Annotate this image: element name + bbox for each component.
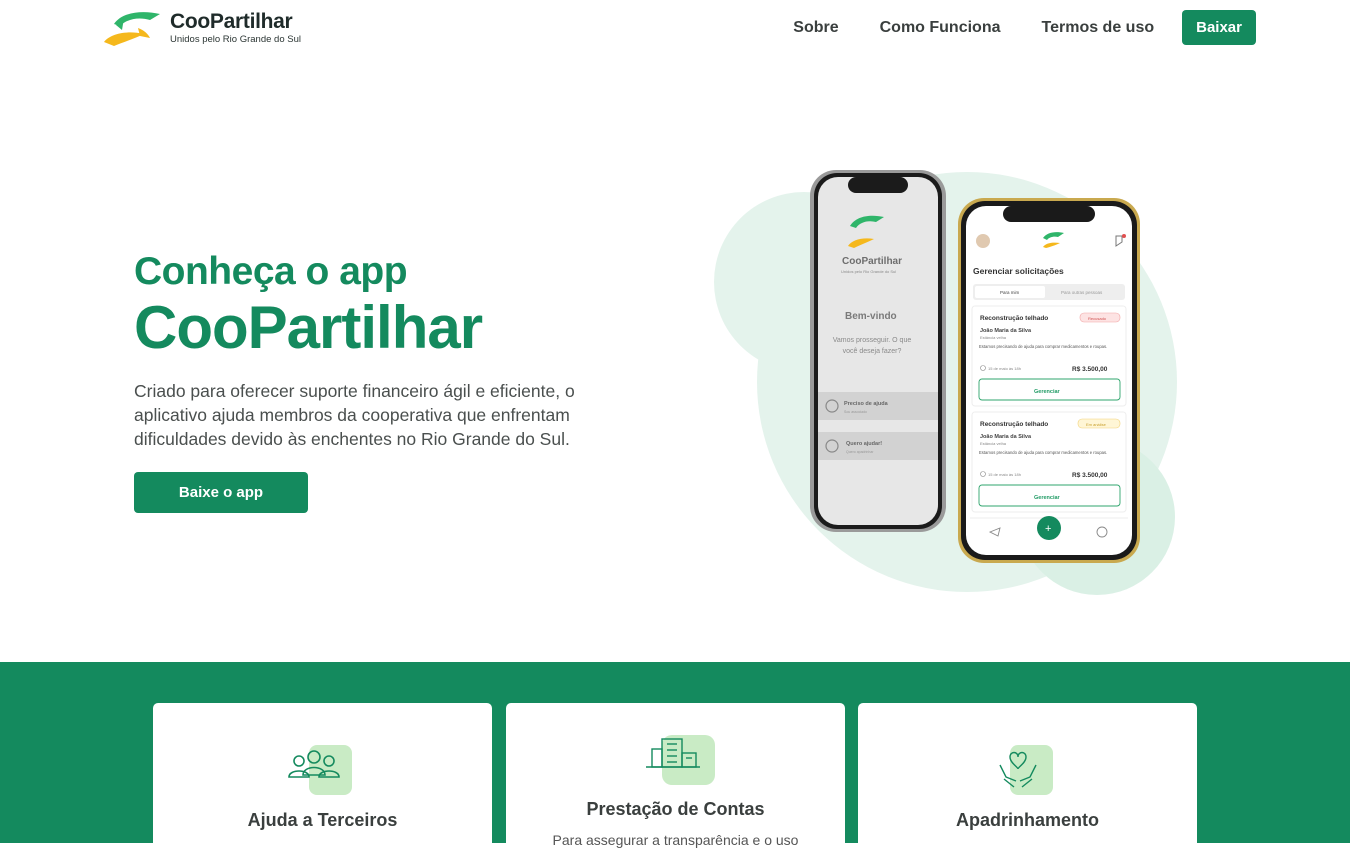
- request-place: Estância velha: [980, 441, 1007, 446]
- main-nav: Sobre Como Funciona Termos de uso Baixar: [752, 10, 1256, 45]
- nav-link-como-funciona[interactable]: Como Funciona: [880, 11, 1001, 45]
- request-date: 15 de maio às 18h: [988, 472, 1021, 477]
- logo-title: CooPartilhar: [170, 10, 293, 33]
- coopartilhar-logo-icon: [104, 12, 160, 46]
- phone-left-option2-label: Quero ajudar!: [846, 441, 882, 447]
- phone-right-screen-title: Gerenciar solicitações: [973, 266, 1064, 276]
- phone-left-option1-sub: Sou associado: [844, 410, 867, 414]
- request-description: Estamos precisando de ajuda para comprar…: [979, 450, 1108, 455]
- phone-left-question: Vamos prosseguir. O que você deseja faze…: [832, 337, 912, 355]
- phone-left-app-name: CooPartilhar: [842, 256, 902, 267]
- request-title: Reconstrução telhado: [980, 421, 1048, 428]
- request-name: João Maria da Silva: [980, 434, 1032, 440]
- feature-card-prestacao-contas: Prestação de Contas Para assegurar a tra…: [506, 703, 845, 863]
- request-description: Estamos precisando de ajuda para comprar…: [979, 344, 1108, 349]
- feature-card-title: Apadrinhamento: [955, 810, 1099, 830]
- site-header: CooPartilhar Unidos pelo Rio Grande do S…: [0, 0, 1350, 60]
- phone-left: CooPartilhar Unidos pelo Rio Grande do S…: [810, 170, 946, 532]
- feature-card-ajuda-terceiros: Ajuda a Terceiros: [153, 703, 492, 863]
- plus-icon: +: [1045, 523, 1051, 535]
- request-amount: R$ 3.500,00: [1072, 366, 1108, 373]
- hands-heart-icon: [998, 745, 1053, 795]
- download-button[interactable]: Baixar: [1182, 10, 1256, 45]
- phone-right-tab-inactive: Para outras pessoas: [1061, 290, 1103, 295]
- manage-button-label: Gerenciar: [1034, 495, 1061, 501]
- request-status-badge: Em análise: [1086, 422, 1107, 427]
- request-date: 15 de maio às 18h: [988, 366, 1021, 371]
- manage-button-label: Gerenciar: [1034, 389, 1061, 395]
- notification-dot: [1122, 234, 1126, 238]
- phone-right: Gerenciar solicitações Para mim Para out…: [958, 198, 1140, 563]
- brand-logo[interactable]: CooPartilhar Unidos pelo Rio Grande do S…: [100, 8, 301, 48]
- feature-card-title: Ajuda a Terceiros: [247, 810, 398, 830]
- phone-left-option1-label: Preciso de ajuda: [844, 401, 889, 407]
- feature-card-text: Para assegurar a transparência e o uso: [552, 832, 799, 848]
- request-title: Reconstrução telhado: [980, 315, 1048, 322]
- phone-right-tab-active: Para mim: [1000, 290, 1020, 295]
- request-name: João Maria da Silva: [980, 328, 1032, 334]
- app-phones-illustration: CooPartilhar Unidos pelo Rio Grande do S…: [714, 170, 1177, 595]
- phone-left-welcome: Bem-vindo: [845, 311, 897, 322]
- phone-left-option2-sub: Quero apadrinhar: [846, 450, 874, 454]
- people-icon: [287, 745, 352, 795]
- nav-link-termos-de-uso[interactable]: Termos de uso: [1042, 11, 1155, 45]
- request-amount: R$ 3.500,00: [1072, 472, 1108, 479]
- logo-subtitle: Unidos pelo Rio Grande do Sul: [170, 34, 301, 45]
- download-app-button[interactable]: Baixe o app: [134, 472, 308, 513]
- phone-left-app-tagline: Unidos pelo Rio Grande do Sul: [841, 269, 896, 274]
- request-place: Estância velha: [980, 335, 1007, 340]
- hero-description: Criado para oferecer suporte financeiro …: [134, 381, 575, 449]
- nav-link-sobre[interactable]: Sobre: [793, 11, 838, 45]
- feature-card-apadrinhamento: Apadrinhamento: [858, 703, 1197, 863]
- hero-title-line1: Conheça o app: [134, 250, 408, 293]
- hero-title-line2: CooPartilhar: [134, 294, 483, 361]
- buildings-icon: [645, 735, 715, 785]
- avatar: [976, 234, 990, 248]
- request-status-badge: Recusado: [1088, 316, 1107, 321]
- feature-card-title: Prestação de Contas: [586, 799, 765, 819]
